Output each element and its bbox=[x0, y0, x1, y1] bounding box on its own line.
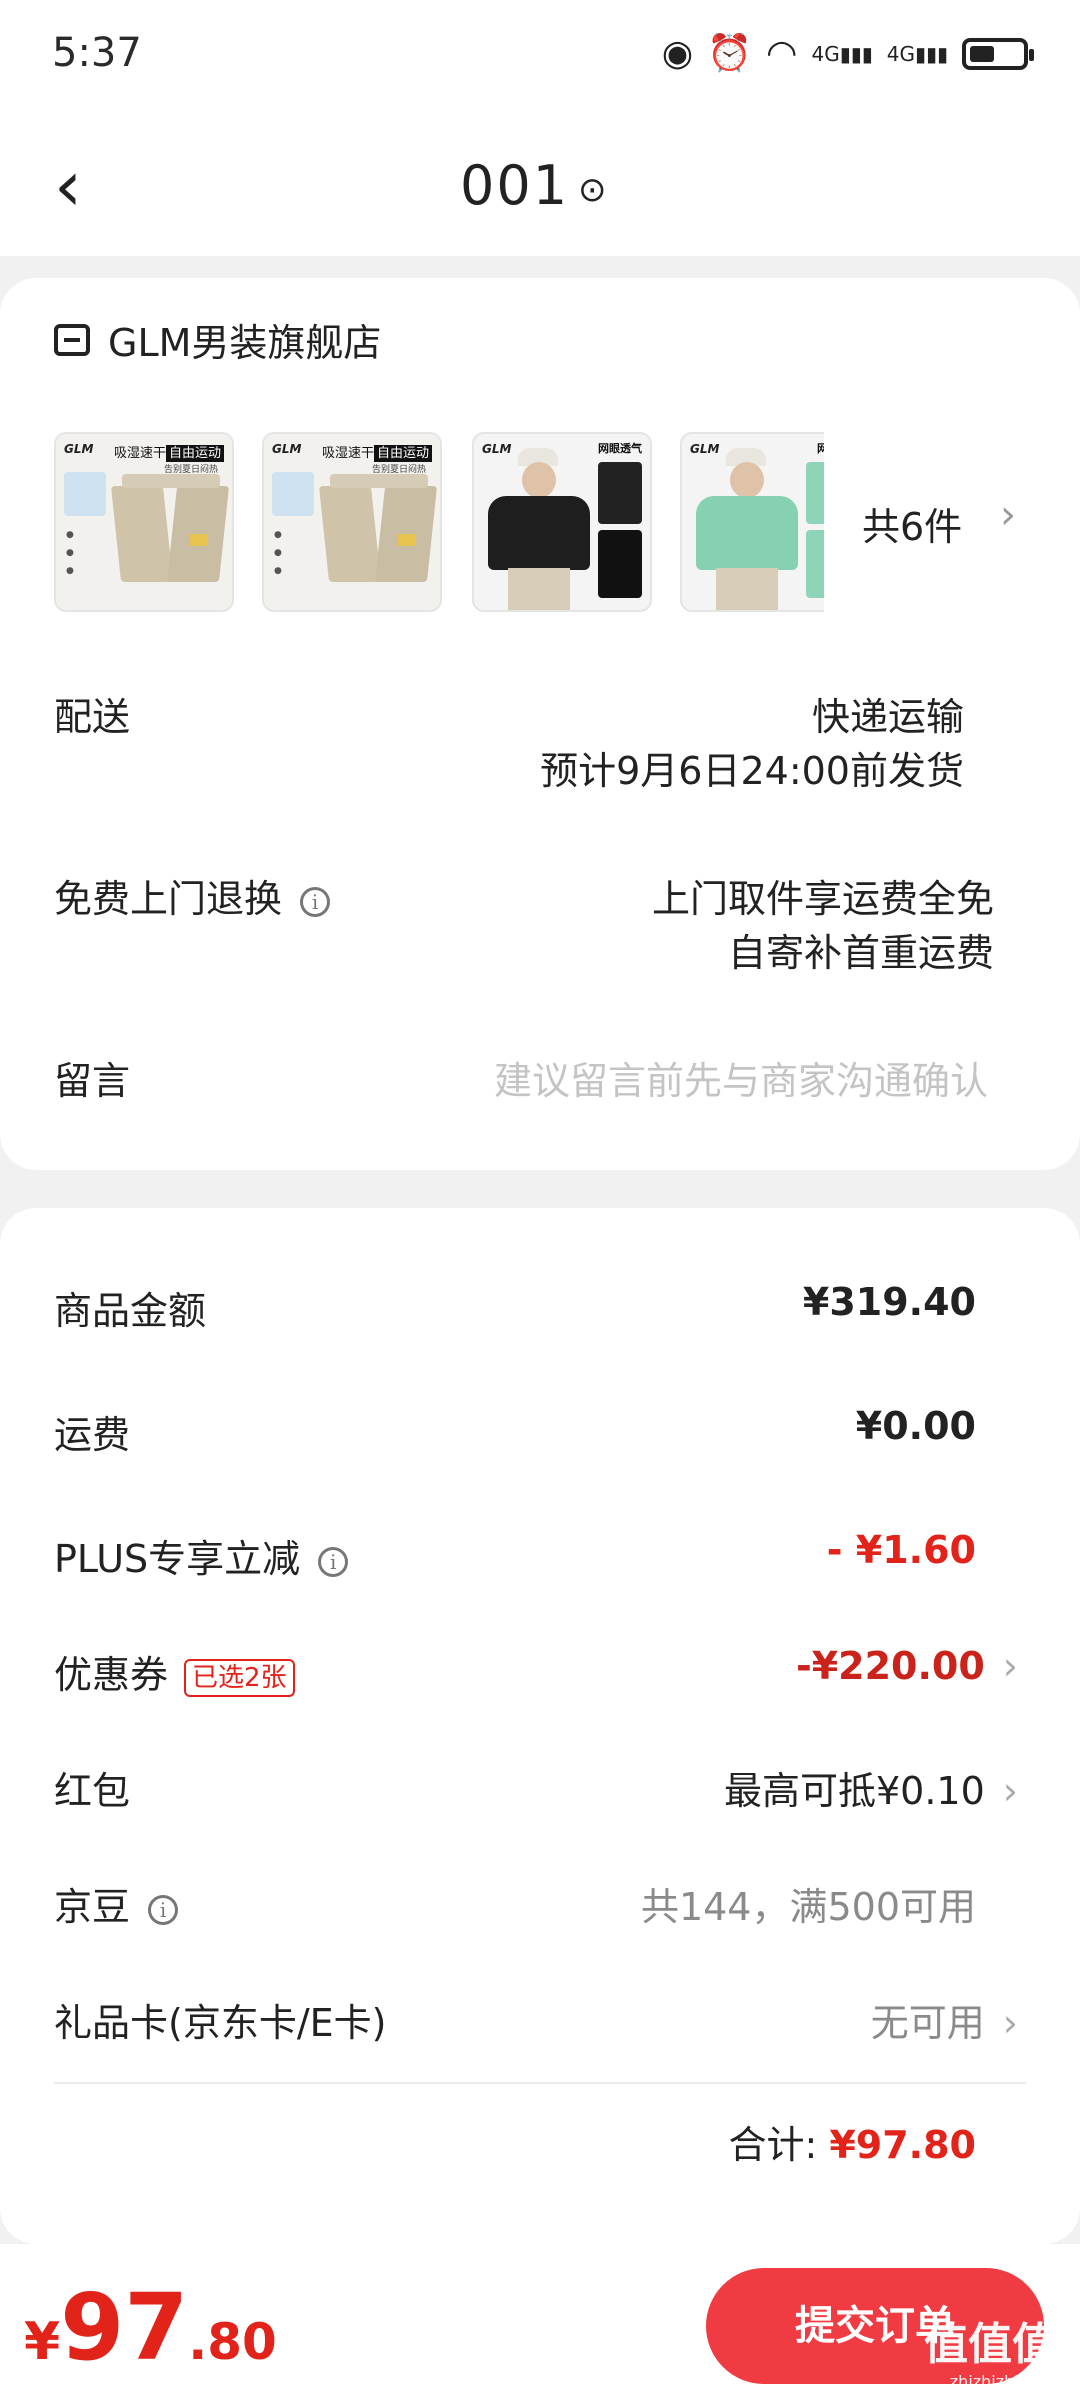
gift-card-label: 礼品卡(京东卡/E卡) bbox=[54, 2001, 387, 2045]
info-icon[interactable]: i bbox=[300, 886, 331, 917]
feature-dots: ● ● ● bbox=[274, 530, 282, 576]
plus-row: PLUS专享立减 i bbox=[54, 1528, 349, 1583]
currency-symbol: ¥ bbox=[24, 2312, 61, 2372]
thumb-side-panel: 网眼 bbox=[800, 434, 824, 610]
watermark-url: zhizhizhi.com bbox=[949, 2372, 1058, 2391]
return-row: 免费上门退换 i bbox=[54, 868, 331, 923]
shop-header[interactable]: GLM男装旗舰店 bbox=[54, 312, 381, 367]
gift-card-value-row[interactable]: 无可用 › bbox=[871, 1992, 1018, 2047]
message-input[interactable]: 建议留言前先与商家沟通确认 bbox=[494, 1050, 988, 1105]
total-value: ¥97.80 bbox=[829, 2123, 976, 2167]
shipping-label: 运费 bbox=[54, 1413, 131, 1457]
gift-card-value: 无可用 bbox=[870, 2001, 985, 2045]
status-bar: 5:37 ◉ ⏰ ◠ 4G▮▮▮ 4G▮▮▮ bbox=[0, 0, 1080, 116]
alarm-icon: ⏰ bbox=[707, 33, 753, 74]
chevron-right-icon: › bbox=[1002, 1644, 1018, 1688]
price-decimal: .80 bbox=[188, 2313, 277, 2371]
total-label: 合计: bbox=[728, 2123, 818, 2167]
product-thumbnails[interactable]: GLM 吸湿速干 自由运动 告别夏日闷热 ● ● ● GLM 吸湿速干 自由运动 告别夏… bbox=[54, 432, 824, 612]
payable-price: ¥97.80 bbox=[24, 2274, 277, 2381]
signal-4g-icon: 4G▮▮▮ bbox=[811, 42, 873, 66]
goods-amount-value: ¥319.40 bbox=[802, 1280, 976, 1324]
product-thumbnail[interactable]: GLM 吸湿速干 自由运动 告别夏日闷热 ● ● ● bbox=[54, 432, 234, 612]
fabric-swatch bbox=[272, 472, 314, 516]
wifi-icon: ◠ bbox=[766, 33, 798, 74]
shop-name: GLM男装旗舰店 bbox=[108, 321, 382, 365]
info-icon[interactable]: i bbox=[318, 1546, 349, 1577]
signal-4g-icon: 4G▮▮▮ bbox=[886, 42, 948, 66]
chevron-right-icon: › bbox=[1002, 1769, 1018, 1813]
items-count[interactable]: 共6件 bbox=[862, 496, 962, 551]
plus-label: PLUS专享立减 bbox=[54, 1537, 301, 1581]
shipping-value: ¥0.00 bbox=[855, 1404, 976, 1448]
product-thumbnail[interactable]: GLM 吸湿速干 自由运动 告别夏日闷热 ● ● ● bbox=[262, 432, 442, 612]
status-time: 5:37 bbox=[52, 30, 142, 76]
red-packet-value-row[interactable]: 最高可抵¥0.10 › bbox=[724, 1760, 1018, 1815]
thumb-side-panel: 网眼透气 bbox=[592, 434, 648, 610]
jingdou-row: 京豆 i bbox=[54, 1876, 179, 1931]
delivery-eta: 预计9月6日24:00前发货 bbox=[540, 749, 964, 793]
divider bbox=[54, 2082, 1026, 2084]
chevron-right-icon[interactable]: › bbox=[1000, 492, 1016, 538]
coupon-label: 优惠券 bbox=[54, 1653, 169, 1697]
jingdou-value: 共144，满500可用 bbox=[640, 1885, 976, 1929]
coupon-value: -¥220.00 bbox=[795, 1644, 985, 1688]
plus-discount-value: - ¥1.60 bbox=[826, 1528, 976, 1572]
bottom-bar: ¥97.80 提交订单 值值值 zhizhizhi.com bbox=[0, 2244, 1080, 2400]
order-card: GLM男装旗舰店 GLM 吸湿速干 自由运动 告别夏日闷热 ● ● ● GLM 吸湿速… bbox=[0, 278, 1080, 1170]
return-label: 免费上门退换 bbox=[54, 877, 283, 921]
red-packet-value: 最高可抵¥0.10 bbox=[724, 1769, 985, 1813]
thumb-tag: 吸湿速干 自由运动 bbox=[114, 442, 225, 462]
battery-icon bbox=[962, 38, 1034, 70]
price-integer: 97 bbox=[60, 2274, 189, 2381]
return-line2: 自寄补首重运费 bbox=[727, 931, 994, 975]
jingdou-label: 京豆 bbox=[54, 1885, 131, 1929]
coupon-value-row[interactable]: -¥220.00 › bbox=[796, 1644, 1018, 1688]
red-packet-label: 红包 bbox=[54, 1769, 131, 1813]
watermark-logo: 值值值 bbox=[924, 2319, 1056, 2370]
coupon-badge: 已选2张 bbox=[184, 1658, 295, 1697]
coupon-row[interactable]: 优惠券 已选2张 bbox=[54, 1644, 295, 1699]
delivery-method[interactable]: 快递运输 bbox=[812, 686, 964, 741]
status-icons: ◉ ⏰ ◠ 4G▮▮▮ 4G▮▮▮ bbox=[661, 33, 1034, 74]
brand-label: GLM bbox=[272, 442, 302, 456]
shorts-image bbox=[318, 474, 438, 594]
thumb-tag: 吸湿速干 自由运动 bbox=[322, 442, 433, 462]
message-label: 留言 bbox=[54, 1059, 131, 1103]
chevron-right-icon: › bbox=[1002, 2001, 1018, 2045]
model-image bbox=[692, 448, 802, 610]
delivery-label: 配送 bbox=[54, 695, 131, 739]
return-line1: 上门取件享运费全免 bbox=[651, 877, 994, 921]
info-icon[interactable]: i bbox=[148, 1894, 179, 1925]
brand-label: GLM bbox=[64, 442, 94, 456]
product-thumbnail[interactable]: GLM 网眼 bbox=[680, 432, 824, 612]
feature-dots: ● ● ● bbox=[66, 530, 74, 576]
total-row: 合计: ¥97.80 bbox=[728, 2114, 976, 2169]
store-icon bbox=[54, 323, 90, 356]
back-arrow-icon[interactable]: ‹ bbox=[54, 146, 82, 226]
product-thumbnail[interactable]: GLM 网眼透气 bbox=[472, 432, 652, 612]
address-title[interactable]: 001 bbox=[460, 154, 569, 217]
eye-icon: ◉ bbox=[661, 33, 694, 74]
model-image bbox=[484, 448, 594, 610]
goods-amount-label: 商品金额 bbox=[54, 1289, 207, 1333]
shorts-image bbox=[110, 474, 230, 594]
fabric-swatch bbox=[64, 472, 106, 516]
nav-bar: ‹ 001 ⊙ bbox=[0, 116, 1080, 256]
location-pin-icon[interactable]: ⊙ bbox=[578, 170, 607, 210]
price-card: 商品金额 ¥319.40 运费 ¥0.00 PLUS专享立减 i - ¥1.60 … bbox=[0, 1208, 1080, 2244]
